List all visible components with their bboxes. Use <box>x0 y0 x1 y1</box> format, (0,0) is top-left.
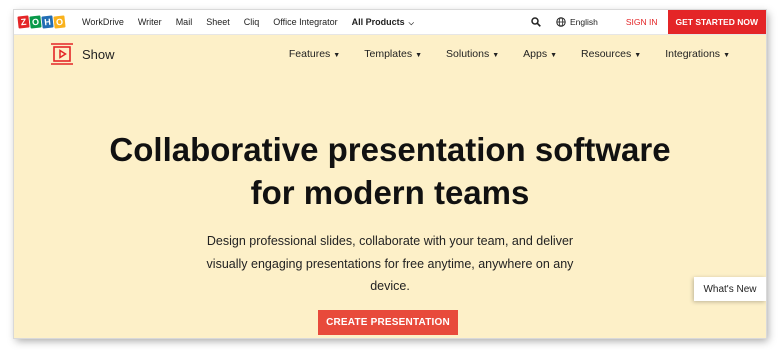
nav-label: Solutions <box>446 48 490 60</box>
nav-apps[interactable]: Apps ▼ <box>523 48 557 60</box>
caret-down-icon: ▼ <box>492 52 500 59</box>
nav-label: Resources <box>581 48 632 60</box>
nav-templates[interactable]: Templates ▼ <box>364 48 422 60</box>
nav-integrations[interactable]: Integrations ▼ <box>665 48 730 60</box>
nav-label: Features <box>288 48 331 60</box>
link-mail[interactable]: Mail <box>176 17 193 27</box>
get-started-button[interactable]: GET STARTED NOW <box>667 10 766 34</box>
caret-down-icon: ▼ <box>415 52 423 59</box>
show-logo[interactable]: Show <box>50 43 115 65</box>
nav-label: Templates <box>364 48 413 60</box>
language-selector[interactable]: English <box>556 17 598 27</box>
link-writer[interactable]: Writer <box>138 17 162 27</box>
browser-viewport: Z O H O WorkDrive Writer Mail Sheet Cliq… <box>14 10 766 338</box>
zoho-logo-letter: O <box>53 15 66 29</box>
main-nav: Features ▼ Templates ▼ Solutions ▼ Apps ▼ Re… <box>265 48 730 60</box>
zoho-logo-letter: H <box>41 15 54 29</box>
hero-title: Collaborative presentation software for … <box>14 128 766 214</box>
link-sheet[interactable]: Sheet <box>206 17 230 27</box>
caret-down-icon: ▼ <box>333 52 341 59</box>
zoho-top-bar: Z O H O WorkDrive Writer Mail Sheet Cliq… <box>14 10 766 35</box>
nav-label: Apps <box>523 48 548 60</box>
nav-label: Integrations <box>665 48 721 60</box>
caret-down-icon: ▼ <box>550 52 558 59</box>
zoho-logo[interactable]: Z O H O <box>17 15 66 29</box>
top-bar-right: English SIGN IN GET STARTED NOW <box>526 10 766 34</box>
hero-title-line-1: Collaborative presentation software <box>109 131 671 168</box>
chevron-down-icon: ⌵ <box>406 19 414 27</box>
zoho-logo-letter: O <box>29 15 42 29</box>
product-header: Show Features ▼ Templates ▼ Solutions ▼ App… <box>14 35 766 73</box>
link-workdrive[interactable]: WorkDrive <box>82 17 124 27</box>
nav-features[interactable]: Features ▼ <box>289 48 340 60</box>
hero-title-line-2: for modern teams <box>250 174 530 211</box>
link-office-integrator[interactable]: Office Integrator <box>273 17 337 27</box>
caret-down-icon: ▼ <box>723 52 730 59</box>
all-products-dropdown[interactable]: All Products ⌵ <box>352 17 414 28</box>
search-icon[interactable] <box>526 12 546 32</box>
nav-resources[interactable]: Resources ▼ <box>581 48 641 60</box>
link-cliq[interactable]: Cliq <box>244 17 260 27</box>
whats-new-button[interactable]: What's New <box>694 277 766 301</box>
hero-subtitle: Design professional slides, collaborate … <box>206 234 574 293</box>
language-label: English <box>569 17 598 27</box>
sign-in-link[interactable]: SIGN IN <box>626 17 658 27</box>
all-products-label: All Products <box>351 16 405 27</box>
product-links: WorkDrive Writer Mail Sheet Cliq Office … <box>82 17 428 28</box>
show-play-icon <box>51 43 73 65</box>
globe-icon <box>556 17 566 27</box>
product-name: Show <box>82 46 115 62</box>
caret-down-icon: ▼ <box>634 52 642 59</box>
create-presentation-button[interactable]: CREATE PRESENTATION <box>318 310 458 335</box>
zoho-logo-letter: Z <box>17 15 30 29</box>
nav-solutions[interactable]: Solutions ▼ <box>446 48 499 60</box>
